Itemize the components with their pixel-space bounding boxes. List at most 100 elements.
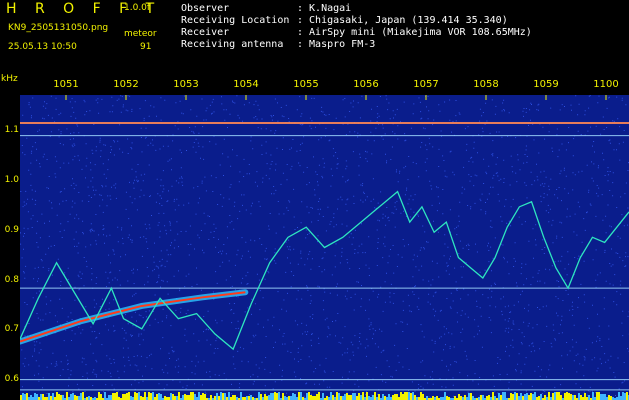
signal-bar (76, 396, 78, 400)
signal-bar (580, 395, 582, 400)
signal-bar (392, 395, 394, 400)
x-tick-label: 1052 (113, 79, 139, 90)
signal-bar (316, 394, 318, 400)
signal-bar (268, 395, 270, 400)
signal-bar (512, 394, 514, 400)
signal-bar (214, 396, 216, 400)
signal-bar (218, 396, 220, 400)
signal-bar (224, 393, 226, 400)
signal-bar (494, 396, 496, 400)
signal-bar (458, 394, 460, 400)
signal-bar (412, 392, 414, 400)
signal-bar (356, 396, 358, 400)
y-tick-label: 1.1 (4, 125, 19, 135)
signal-bar (432, 396, 434, 400)
signal-bar (192, 392, 194, 400)
signal-bar (598, 392, 600, 400)
signal-bar (322, 393, 324, 400)
signal-bar (350, 395, 352, 400)
signal-bar (108, 395, 110, 400)
y-tick-label: 1.0 (4, 175, 19, 185)
signal-bar (26, 393, 28, 400)
signal-bar (530, 393, 532, 400)
signal-bar (72, 393, 74, 400)
signal-bar (314, 396, 316, 400)
signal-bar (558, 392, 560, 400)
signal-bar (210, 395, 212, 400)
signal-bar (52, 393, 54, 400)
signal-bar (128, 392, 130, 400)
signal-bar (454, 396, 456, 400)
signal-bar (548, 392, 550, 400)
field-antenna-label: Receiving antenna (181, 39, 284, 50)
signal-bar (480, 395, 482, 400)
signal-bar (178, 392, 180, 400)
signal-bar (288, 396, 290, 400)
meteor-count: 91 (140, 42, 152, 52)
signal-bar (348, 395, 350, 400)
signal-bar (528, 395, 530, 400)
signal-bar (624, 393, 626, 400)
signal-bar (394, 394, 396, 400)
signal-bar (160, 394, 162, 400)
signal-bar (486, 396, 488, 400)
signal-bar (366, 392, 368, 400)
signal-bar (498, 393, 500, 400)
signal-bar (368, 396, 370, 400)
signal-bar (202, 393, 204, 400)
signal-bar (362, 392, 364, 400)
signal-bar (24, 394, 26, 400)
signal-bar (282, 393, 284, 400)
x-tick-label: 1056 (353, 79, 379, 90)
signal-bar (260, 394, 262, 400)
signal-bar (240, 392, 242, 400)
signal-bar (344, 394, 346, 400)
signal-bar (300, 392, 302, 400)
signal-bar (560, 395, 562, 400)
signal-bar (170, 393, 172, 400)
signal-bar (538, 396, 540, 400)
signal-bar (570, 394, 572, 400)
signal-bar (332, 395, 334, 400)
field-receiver-value: : AirSpy mini (Miakejima VOR 108.65MHz) (297, 27, 532, 38)
signal-bar (540, 394, 542, 400)
signal-bar (352, 393, 354, 400)
signal-bar (270, 393, 272, 400)
signal-bar (80, 393, 82, 400)
signal-bar (190, 392, 192, 400)
signal-bar (622, 392, 624, 400)
signal-bar (272, 393, 274, 400)
x-tick-label: 1057 (413, 79, 439, 90)
signal-bar (258, 392, 260, 400)
signal-bar (420, 392, 422, 400)
signal-bar (578, 393, 580, 400)
signal-bar (602, 394, 604, 400)
y-tick-label: 0.8 (4, 275, 19, 285)
field-receiver-label: Receiver (181, 27, 230, 38)
signal-bar (150, 393, 152, 400)
signal-bar (406, 392, 408, 400)
signal-bar (186, 395, 188, 400)
signal-bar (472, 396, 474, 400)
signal-bar (342, 396, 344, 400)
field-observer-label: Observer (181, 3, 230, 14)
signal-bar (610, 396, 612, 400)
signal-bar (66, 392, 68, 400)
signal-bar (492, 392, 494, 400)
signal-bar (400, 392, 402, 400)
signal-bar (248, 396, 250, 400)
signal-bar (100, 394, 102, 400)
x-tick-label: 1053 (173, 79, 199, 90)
signal-bar (276, 393, 278, 400)
signal-bar (134, 392, 136, 400)
signal-bar (152, 392, 154, 400)
signal-bar (174, 396, 176, 400)
signal-bar (34, 393, 36, 400)
y-axis-unit: kHz (1, 74, 18, 84)
signal-bar (250, 395, 252, 400)
signal-bar (266, 396, 268, 400)
signal-bar (336, 392, 338, 400)
signal-bar (526, 393, 528, 400)
signal-bar (384, 396, 386, 400)
signal-bar (402, 394, 404, 400)
